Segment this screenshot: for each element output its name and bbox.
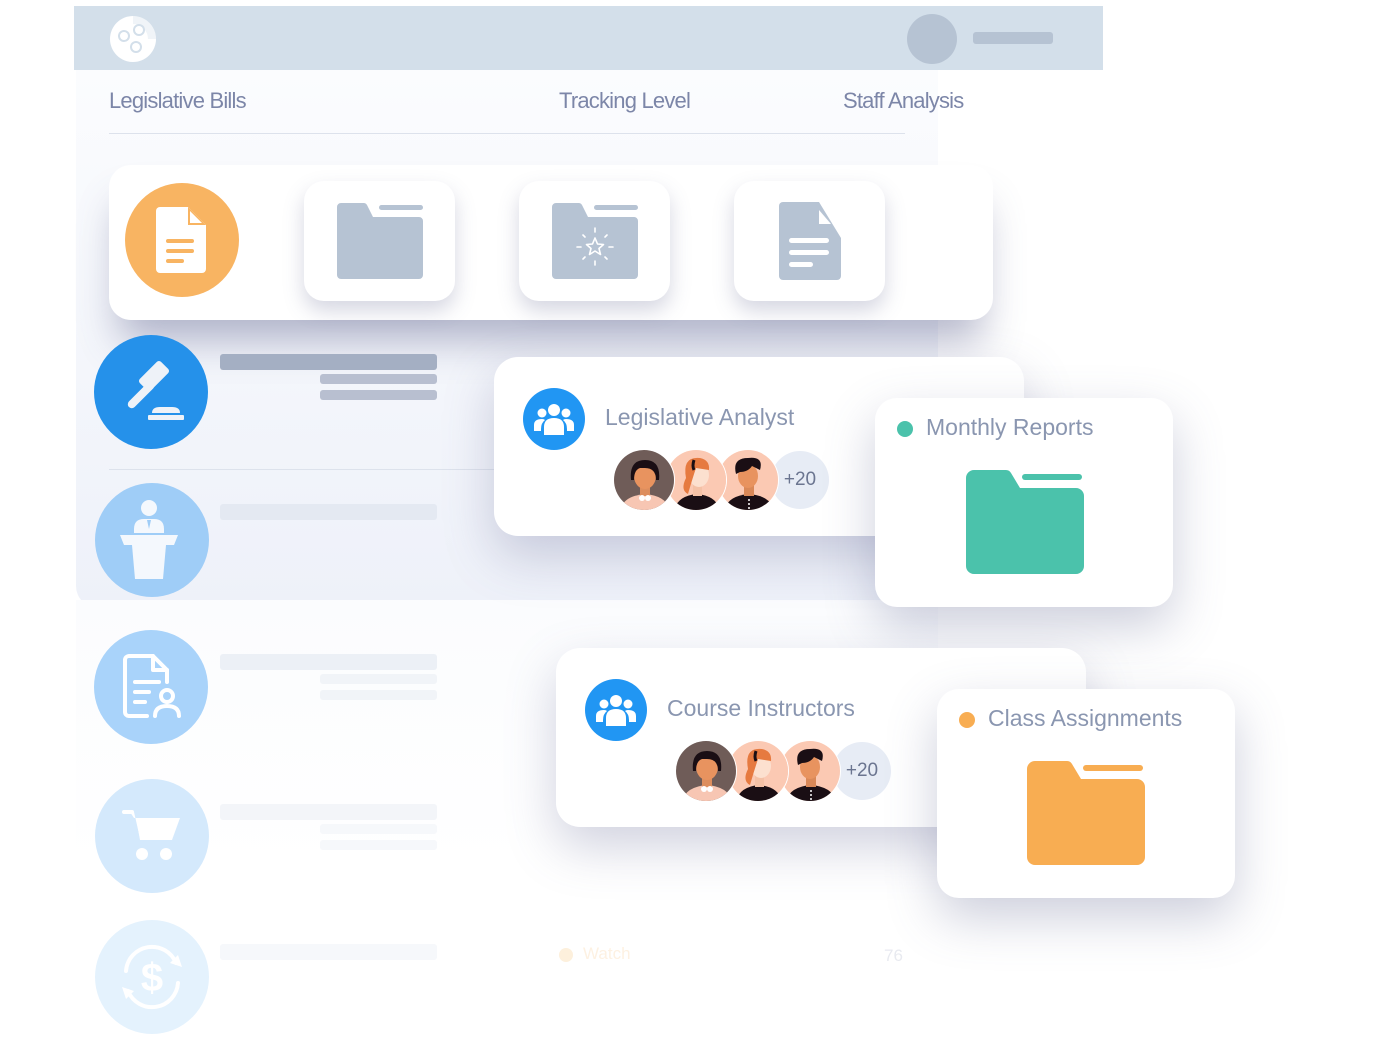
status-dot-orange [959,712,975,728]
more-members-badge[interactable]: +20 [771,451,829,509]
row-title-skeleton [220,944,437,960]
nav-divider [109,133,905,134]
shopping-cart-icon [122,810,180,860]
username-placeholder [973,32,1053,44]
document-user-icon [123,654,181,718]
folder-icon-orange [1027,759,1147,872]
more-members-badge[interactable]: +20 [833,742,891,800]
group-title: Legislative Analyst [605,404,795,430]
toolbar-starred-folder-button[interactable] [519,181,670,301]
users-group-icon [585,679,647,741]
user-avatar[interactable] [907,14,957,64]
folder-icon-teal [966,468,1086,581]
row-meta-skeleton [320,674,437,684]
row-meta-skeleton [320,840,437,850]
document-icon [156,207,206,273]
row-title-skeleton [220,504,437,520]
folder-title: Class Assignments [988,705,1183,731]
status-dot [559,948,573,962]
folder-title: Monthly Reports [926,414,1094,440]
tab-tracking-level[interactable]: Tracking Level [559,88,691,114]
avatar-woman-bob[interactable] [613,449,675,511]
tab-staff-analysis[interactable]: Staff Analysis [843,88,964,114]
list-row-shopping-cart[interactable] [95,779,209,893]
row-title-skeleton [220,804,437,820]
dollar-exchange-icon: $ [122,944,182,1010]
row-meta-skeleton [320,374,437,384]
status-label: Watch [583,944,631,963]
folder-icon [336,202,423,279]
gavel-icon [127,360,184,420]
tab-legislative-bills[interactable]: Legislative Bills [109,88,247,114]
film-reel-logo-icon[interactable] [108,14,158,64]
group-title: Course Instructors [667,695,855,721]
row-title-skeleton [220,654,437,670]
document-icon [778,202,841,280]
list-row-document-user[interactable] [94,630,208,744]
status-dot-teal [897,421,913,437]
row-meta-skeleton [320,390,437,400]
list-row-podium[interactable] [95,483,209,597]
status-value: 76 [884,946,903,965]
toolbar-folder-button[interactable] [304,181,455,301]
row-title-skeleton [220,354,437,370]
row-meta-skeleton [320,824,437,834]
row-meta-skeleton [320,690,437,700]
svg-text:$: $ [141,956,163,1000]
starred-folder-icon [551,202,638,279]
list-row-gavel[interactable] [94,335,208,449]
podium-speaker-icon [120,500,178,579]
list-row-dollar-exchange[interactable]: $ [95,920,209,1034]
avatar-woman-bob[interactable] [675,740,737,802]
toolbar-document-button[interactable] [734,181,885,301]
toolbar-document-button-active[interactable] [125,183,239,297]
users-group-icon [523,388,585,450]
